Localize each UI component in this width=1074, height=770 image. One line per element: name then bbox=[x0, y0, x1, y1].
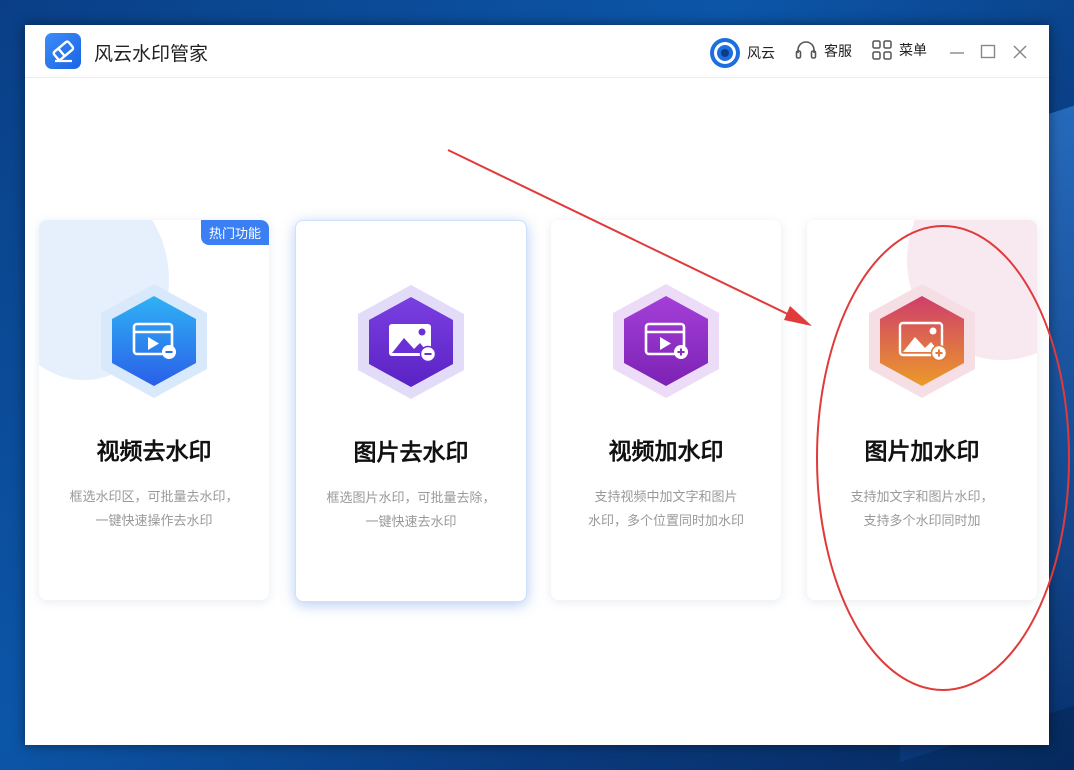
close-button[interactable] bbox=[1009, 41, 1031, 63]
headset-icon bbox=[794, 39, 818, 63]
menu-button[interactable]: 菜单 bbox=[871, 39, 927, 61]
app-window: 风云水印管家 风云 客服 bbox=[25, 25, 1049, 745]
card-title: 视频加水印 bbox=[551, 432, 781, 466]
service-button[interactable]: 客服 bbox=[794, 39, 852, 63]
fengyun-label: 风云 bbox=[747, 43, 775, 63]
image-remove-watermark-card[interactable]: 图片去水印 框选图片水印，可批量去除， 一键快速去水印 bbox=[295, 220, 527, 602]
grid-menu-icon bbox=[871, 39, 893, 61]
card-desc-line-2: 水印，多个位置同时加水印 bbox=[561, 510, 771, 534]
eraser-logo-icon bbox=[45, 33, 81, 69]
card-desc-line-1: 框选图片水印，可批量去除， bbox=[306, 487, 516, 511]
maximize-icon bbox=[977, 41, 999, 63]
card-desc-line-1: 支持视频中加文字和图片 bbox=[561, 486, 771, 510]
app-title: 风云水印管家 bbox=[94, 39, 208, 66]
card-title: 图片加水印 bbox=[807, 432, 1037, 466]
card-description: 框选图片水印，可批量去除， 一键快速去水印 bbox=[306, 487, 516, 535]
card-description: 支持视频中加文字和图片 水印，多个位置同时加水印 bbox=[561, 486, 771, 534]
card-desc-line-1: 支持加文字和图片水印， bbox=[817, 486, 1027, 510]
card-title: 视频去水印 bbox=[39, 432, 269, 466]
fengyun-logo-icon bbox=[709, 37, 741, 69]
card-desc-line-2: 一键快速去水印 bbox=[306, 511, 516, 535]
card-title: 图片去水印 bbox=[296, 433, 526, 467]
maximize-button[interactable] bbox=[977, 41, 999, 63]
card-desc-line-1: 框选水印区，可批量去水印， bbox=[49, 486, 259, 510]
video-add-watermark-card[interactable]: 视频加水印 支持视频中加文字和图片 水印，多个位置同时加水印 bbox=[551, 220, 781, 600]
image-add-icon bbox=[865, 282, 979, 400]
video-remove-watermark-card[interactable]: 热门功能 视频去水印 框选水印区，可批量去水印， 一键快速操作去水印 bbox=[39, 220, 269, 600]
image-remove-icon bbox=[354, 283, 468, 401]
minimize-button[interactable] bbox=[946, 41, 968, 63]
image-add-watermark-card[interactable]: 图片加水印 支持加文字和图片水印， 支持多个水印同时加 bbox=[807, 220, 1037, 600]
video-add-icon bbox=[609, 282, 723, 400]
card-desc-line-2: 支持多个水印同时加 bbox=[817, 510, 1027, 534]
hot-feature-badge: 热门功能 bbox=[201, 220, 269, 245]
service-label: 客服 bbox=[824, 41, 852, 61]
minimize-icon bbox=[946, 41, 968, 63]
video-remove-icon bbox=[97, 282, 211, 400]
close-icon bbox=[1009, 41, 1031, 63]
title-bar: 风云水印管家 风云 客服 bbox=[25, 25, 1049, 78]
card-description: 框选水印区，可批量去水印， 一键快速操作去水印 bbox=[49, 486, 259, 534]
menu-label: 菜单 bbox=[899, 40, 927, 60]
card-description: 支持加文字和图片水印， 支持多个水印同时加 bbox=[817, 486, 1027, 534]
fengyun-button[interactable]: 风云 bbox=[709, 37, 775, 69]
card-desc-line-2: 一键快速操作去水印 bbox=[49, 510, 259, 534]
